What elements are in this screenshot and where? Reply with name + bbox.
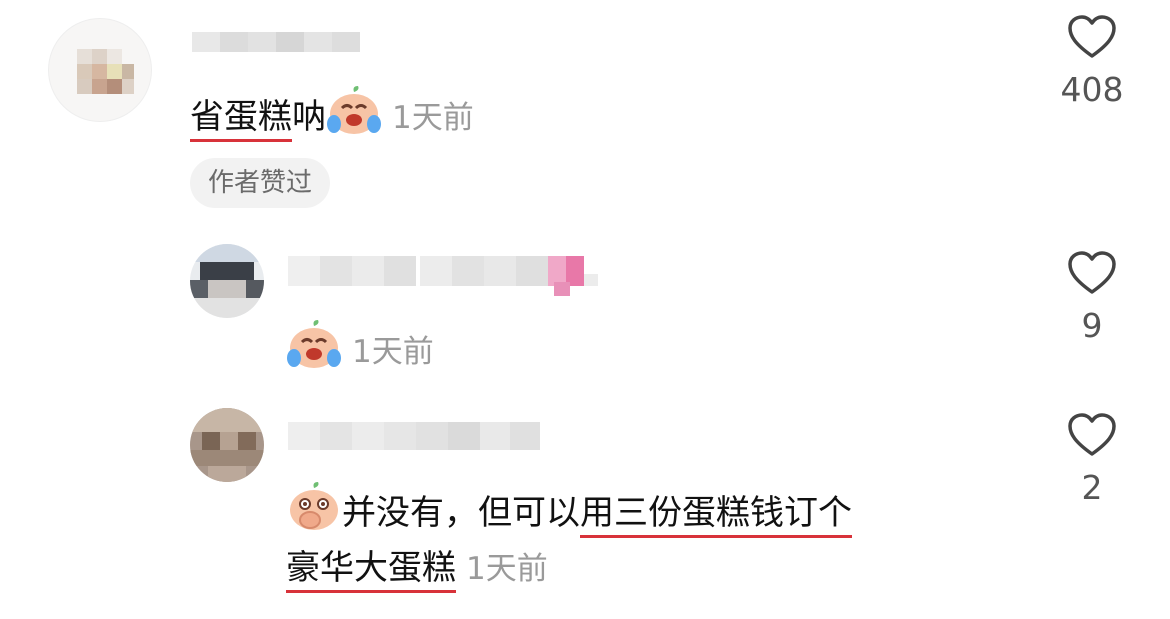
like-button[interactable]: 408 <box>1052 14 1132 109</box>
username-blurred[interactable] <box>288 416 542 456</box>
comment-time: 1天前 <box>392 100 474 136</box>
comment-text: 并没有，但可以用三份蛋糕钱订个 <box>286 480 852 543</box>
like-button[interactable]: 9 <box>1052 250 1132 345</box>
avatar-image <box>77 49 134 94</box>
username-blurred[interactable] <box>192 30 360 54</box>
comment-text-rest: 呐 <box>292 97 326 137</box>
comment-time: 1天前 <box>352 334 434 370</box>
avatar[interactable] <box>190 244 264 318</box>
comment-time: 1天前 <box>466 551 548 587</box>
hand-on-mouth-emoji-icon <box>286 480 342 543</box>
like-button[interactable]: 2 <box>1052 412 1132 507</box>
crying-laughing-emoji-icon <box>286 318 342 381</box>
avatar-image <box>190 408 264 482</box>
heart-icon <box>1068 251 1116 294</box>
heart-icon <box>1068 15 1116 58</box>
underlined-text: 用三份蛋糕钱订个 <box>580 493 852 538</box>
avatar[interactable] <box>190 408 264 482</box>
like-count: 9 <box>1081 306 1103 345</box>
comment-text-line2: 豪华大蛋糕 1天前 <box>286 546 548 593</box>
avatar-image <box>190 244 264 318</box>
comment-text-plain: 并没有，但可以 <box>342 493 580 533</box>
author-liked-badge: 作者赞过 <box>190 158 331 208</box>
heart-icon <box>1068 413 1116 456</box>
username-blurred[interactable] <box>288 252 610 296</box>
comment-text: 省蛋糕呐 1天前 <box>190 84 474 147</box>
underlined-text: 豪华大蛋糕 <box>286 548 456 593</box>
crying-laughing-emoji-icon <box>326 84 382 147</box>
like-count: 408 <box>1060 70 1124 109</box>
underlined-text: 省蛋糕 <box>190 97 292 142</box>
like-count: 2 <box>1081 468 1103 507</box>
comment-text: 1天前 <box>286 318 434 381</box>
avatar[interactable] <box>48 18 152 122</box>
